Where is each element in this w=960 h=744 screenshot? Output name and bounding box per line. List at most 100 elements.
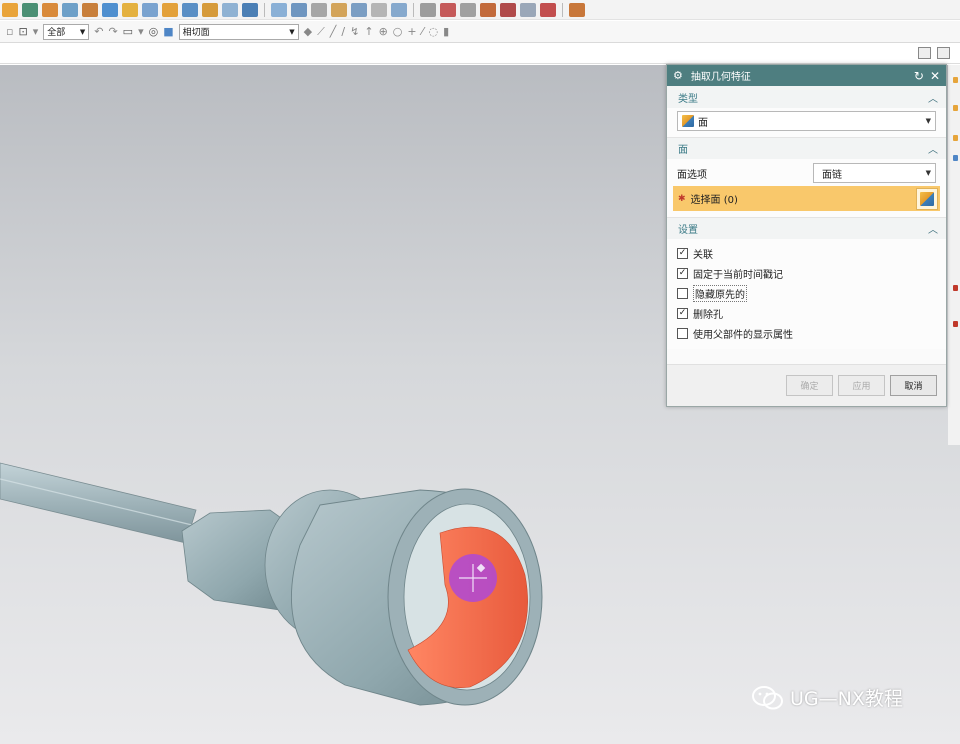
- project-curve-icon[interactable]: [480, 2, 496, 17]
- snap-on-curve-icon[interactable]: ⁄: [422, 25, 424, 38]
- hole-icon[interactable]: [62, 2, 78, 17]
- through-curves-icon[interactable]: [291, 2, 307, 17]
- toolbar-separator: [413, 2, 414, 17]
- dialog-titlebar[interactable]: ⚙ 抽取几何特征 ↻ ✕: [667, 65, 946, 86]
- toolbar-separator: [264, 2, 265, 17]
- sew-icon[interactable]: [371, 2, 387, 17]
- bridge-curve-icon[interactable]: [540, 2, 556, 17]
- checkbox-parent-display[interactable]: [677, 327, 688, 339]
- blend-icon[interactable]: [242, 2, 258, 17]
- select-face-button[interactable]: [916, 187, 938, 210]
- restore-window-icon[interactable]: [918, 47, 931, 59]
- settings-option-label: 关联: [693, 249, 713, 261]
- shaded-cube-icon[interactable]: ■: [163, 25, 173, 38]
- cancel-button[interactable]: 取消: [890, 375, 937, 396]
- toolbar-separator: [562, 2, 563, 17]
- dialog-footer: 确定 应用 取消: [667, 364, 946, 406]
- chevron-up-icon[interactable]: ︿: [928, 141, 938, 156]
- snap-endpoint-icon[interactable]: ⟋: [317, 25, 325, 39]
- chevron-down-icon[interactable]: ▾: [33, 25, 39, 38]
- snap-arc-center-icon[interactable]: ↑: [364, 25, 373, 38]
- section-settings-header[interactable]: 设置 ︿: [667, 217, 946, 239]
- arc-icon[interactable]: [440, 2, 456, 17]
- pattern-icon[interactable]: [162, 2, 178, 17]
- snap-existing-point-icon[interactable]: +: [407, 25, 416, 38]
- chevron-down-icon: ▼: [925, 169, 931, 177]
- snap-quadrant-icon[interactable]: ⊕: [379, 25, 388, 38]
- face-option-select[interactable]: 面链 ▼: [813, 163, 936, 183]
- snap-bounded-icon[interactable]: ▮: [443, 25, 449, 38]
- checkbox-delete-holes[interactable]: ✓: [677, 307, 688, 319]
- snap-midpoint-icon[interactable]: ╱: [330, 25, 337, 38]
- type-filter-value: 全部: [47, 28, 66, 38]
- settings-option[interactable]: ✓ 关联: [677, 243, 936, 263]
- settings-option[interactable]: 使用父部件的显示属性: [677, 323, 936, 343]
- watermark: UG—NX教程: [752, 684, 903, 711]
- sketch-icon[interactable]: [2, 2, 18, 17]
- snap-on-face-icon[interactable]: ◌: [428, 25, 438, 38]
- snap-control-icon[interactable]: ∕: [341, 25, 345, 38]
- section-face-title: 面: [678, 145, 688, 156]
- settings-option[interactable]: 隐藏原先的: [677, 283, 936, 303]
- settings-option[interactable]: ✓ 删除孔: [677, 303, 936, 323]
- ok-button[interactable]: 确定: [786, 375, 833, 396]
- cone-icon[interactable]: [122, 2, 138, 17]
- undo-select-icon[interactable]: ↶: [94, 25, 103, 38]
- surface-icon[interactable]: [271, 2, 287, 17]
- revolve-icon[interactable]: [42, 2, 58, 17]
- type-select[interactable]: 面 ▼: [677, 111, 936, 131]
- checkbox-hide-original[interactable]: [677, 287, 688, 299]
- select-face-row[interactable]: ✱ 选择面 (0): [673, 186, 940, 211]
- checkbox-associative[interactable]: ✓: [677, 247, 688, 259]
- face-cube-icon: [682, 115, 694, 127]
- chevron-up-icon[interactable]: ︿: [928, 221, 938, 236]
- maximize-window-icon[interactable]: [937, 47, 950, 59]
- face-cube-icon: [920, 191, 934, 206]
- settings-option[interactable]: ✓ 固定于当前时间戳记: [677, 263, 936, 283]
- spline-icon[interactable]: [460, 2, 476, 17]
- chevron-down-icon[interactable]: ▾: [138, 25, 144, 38]
- view-triad-icon[interactable]: ◎: [149, 25, 159, 38]
- section-type-body: 面 ▼: [667, 108, 946, 137]
- section-type-header[interactable]: 类型 ︿: [667, 86, 946, 108]
- snap-intersection-icon[interactable]: ↯: [350, 25, 359, 38]
- offset-curve-icon[interactable]: [520, 2, 536, 17]
- face-option-label: 面选项: [677, 169, 707, 181]
- settings-option-label: 隐藏原先的: [693, 284, 747, 302]
- apply-button[interactable]: 应用: [838, 375, 885, 396]
- trim-icon[interactable]: [351, 2, 367, 17]
- reset-icon[interactable]: ↻: [914, 69, 924, 83]
- cylinder-icon[interactable]: [102, 2, 118, 17]
- face-option-row: 面选项 面链 ▼: [677, 162, 936, 184]
- line-icon[interactable]: [420, 2, 436, 17]
- checkbox-fix-timestamp[interactable]: ✓: [677, 267, 688, 279]
- snap-circle-icon[interactable]: ○: [393, 25, 403, 38]
- block-icon[interactable]: [82, 2, 98, 17]
- patch-icon[interactable]: [391, 2, 407, 17]
- sweep-icon[interactable]: [311, 2, 327, 17]
- section-face-header[interactable]: 面 ︿: [667, 137, 946, 159]
- gear-icon: ⚙: [673, 69, 683, 82]
- type-value: 面: [698, 117, 708, 129]
- rectangle-select-icon[interactable]: ▭: [123, 25, 133, 38]
- close-icon[interactable]: ✕: [930, 69, 940, 83]
- resource-strip: [0, 44, 960, 64]
- chevron-up-icon[interactable]: ︿: [928, 90, 938, 105]
- menu-icon[interactable]: ▫: [6, 25, 13, 38]
- section-type-title: 类型: [678, 93, 698, 105]
- subtract-icon[interactable]: [202, 2, 218, 17]
- extrude-icon[interactable]: [22, 2, 38, 17]
- type-filter-select[interactable]: 全部 ▼: [43, 23, 90, 40]
- shell-icon[interactable]: [222, 2, 238, 17]
- required-asterisk-icon: ✱: [678, 193, 686, 204]
- unite-icon[interactable]: [182, 2, 198, 17]
- face-rule-select[interactable]: 相切面 ▼: [178, 23, 299, 40]
- chevron-down-icon: ▼: [79, 27, 86, 36]
- edit-feature-icon[interactable]: [569, 2, 585, 17]
- snap-point-icon[interactable]: ◆: [304, 25, 312, 38]
- redo-select-icon[interactable]: ↷: [108, 25, 117, 38]
- sphere-icon[interactable]: [142, 2, 158, 17]
- select-filter-icon[interactable]: ⊡: [18, 25, 27, 38]
- offset-surface-icon[interactable]: [331, 2, 347, 17]
- intersect-curve-icon[interactable]: [500, 2, 516, 17]
